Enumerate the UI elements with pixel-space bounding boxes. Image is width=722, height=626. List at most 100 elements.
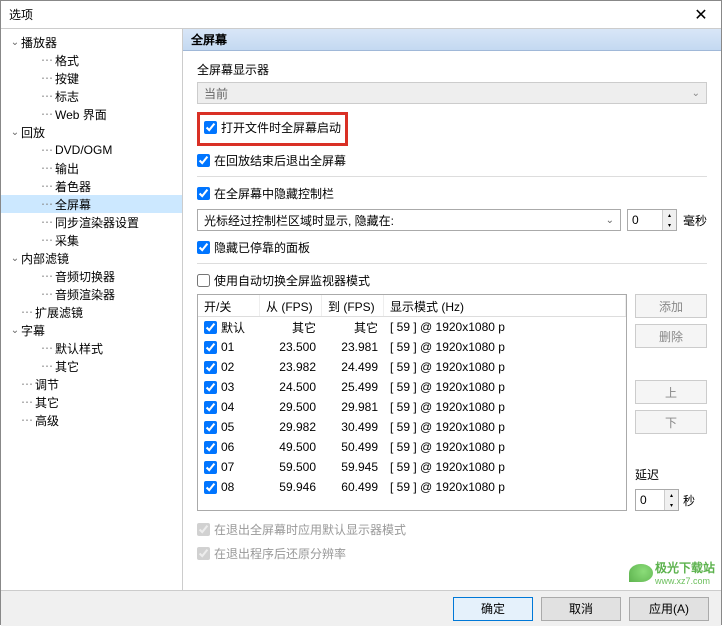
tree-item[interactable]: ⋯ 标志 bbox=[1, 87, 182, 105]
row-from: 59.946 bbox=[260, 480, 322, 494]
tree-branch-icon: ⋯ bbox=[41, 269, 53, 283]
table-row[interactable]: 默认其它其它[ 59 ] @ 1920x1080 p bbox=[198, 317, 626, 337]
tree-item[interactable]: ⋯ DVD/OGM bbox=[1, 141, 182, 159]
delay-input[interactable]: 0 ▴▾ bbox=[635, 489, 679, 511]
cb-auto-switch-input[interactable] bbox=[197, 274, 210, 287]
row-checkbox[interactable] bbox=[204, 421, 217, 434]
hide-delay-input[interactable]: 0 ▴▾ bbox=[627, 209, 677, 231]
hide-mode-dropdown[interactable]: 光标经过控制栏区域时显示, 隐藏在: ⌄ bbox=[197, 209, 621, 231]
tree-item[interactable]: ⋯ 音频渲染器 bbox=[1, 285, 182, 303]
table-row[interactable]: 0123.50023.981[ 59 ] @ 1920x1080 p bbox=[198, 337, 626, 357]
tree-item[interactable]: ⋯ 扩展滤镜 bbox=[1, 303, 182, 321]
cb-exit-on-end-input[interactable] bbox=[197, 154, 210, 167]
tree-item[interactable]: ⌄回放 bbox=[1, 123, 182, 141]
section-title: 全屏幕 bbox=[183, 29, 721, 51]
tree-item[interactable]: ⋯ 默认样式 bbox=[1, 339, 182, 357]
tree-item[interactable]: ⌄内部滤镜 bbox=[1, 249, 182, 267]
tree-branch-icon: ⋯ bbox=[41, 197, 53, 211]
tree-item-label: 格式 bbox=[55, 52, 79, 69]
close-button[interactable]: ✕ bbox=[681, 1, 721, 29]
row-checkbox[interactable] bbox=[204, 481, 217, 494]
tree-item-label: 其它 bbox=[55, 358, 79, 375]
cb-hide-controls[interactable]: 在全屏幕中隐藏控制栏 bbox=[197, 183, 707, 203]
table-row[interactable]: 0649.50050.499[ 59 ] @ 1920x1080 p bbox=[198, 437, 626, 457]
tree-item[interactable]: ⋯ Web 界面 bbox=[1, 105, 182, 123]
tree-item[interactable]: ⋯ 全屏幕 bbox=[1, 195, 182, 213]
table-row[interactable]: 0759.50059.945[ 59 ] @ 1920x1080 p bbox=[198, 457, 626, 477]
delete-button[interactable]: 删除 bbox=[635, 324, 707, 348]
options-tree[interactable]: ⌄播放器⋯ 格式⋯ 按键⋯ 标志⋯ Web 界面⌄回放⋯ DVD/OGM⋯ 输出… bbox=[1, 29, 183, 590]
tree-item[interactable]: ⌄字幕 bbox=[1, 321, 182, 339]
spinner-up-icon[interactable]: ▴ bbox=[665, 490, 678, 500]
collapse-icon[interactable]: ⌄ bbox=[9, 253, 21, 264]
move-down-button[interactable]: 下 bbox=[635, 410, 707, 434]
row-checkbox[interactable] bbox=[204, 441, 217, 454]
modes-table[interactable]: 开/关 从 (FPS) 到 (FPS) 显示模式 (Hz) 默认其它其它[ 59… bbox=[197, 294, 627, 511]
row-name: 07 bbox=[221, 460, 234, 474]
row-mode: [ 59 ] @ 1920x1080 p bbox=[384, 460, 626, 474]
apply-button[interactable]: 应用(A) bbox=[629, 597, 709, 621]
tree-item-label: 播放器 bbox=[21, 34, 57, 51]
cb-open-fullscreen-input[interactable] bbox=[204, 121, 217, 134]
tree-item[interactable]: ⋯ 格式 bbox=[1, 51, 182, 69]
tree-item[interactable]: ⋯ 输出 bbox=[1, 159, 182, 177]
tree-item[interactable]: ⋯ 按键 bbox=[1, 69, 182, 87]
monitor-dropdown[interactable]: 当前 ⌄ bbox=[197, 82, 707, 104]
row-checkbox[interactable] bbox=[204, 321, 217, 334]
tree-item-label: 全屏幕 bbox=[55, 196, 91, 213]
tree-item[interactable]: ⋯ 其它 bbox=[1, 357, 182, 375]
tree-item-label: DVD/OGM bbox=[55, 143, 112, 157]
table-row[interactable]: 0324.50025.499[ 59 ] @ 1920x1080 p bbox=[198, 377, 626, 397]
tree-item-label: 音频切换器 bbox=[55, 268, 115, 285]
row-to: 30.499 bbox=[322, 420, 384, 434]
spinner-up-icon[interactable]: ▴ bbox=[663, 210, 676, 220]
collapse-icon[interactable]: ⌄ bbox=[9, 325, 21, 336]
tree-branch-icon: ⋯ bbox=[41, 71, 53, 85]
move-up-button[interactable]: 上 bbox=[635, 380, 707, 404]
row-checkbox[interactable] bbox=[204, 461, 217, 474]
row-checkbox[interactable] bbox=[204, 341, 217, 354]
divider bbox=[197, 176, 707, 177]
tree-item[interactable]: ⋯ 其它 bbox=[1, 393, 182, 411]
spinner-down-icon[interactable]: ▾ bbox=[665, 500, 678, 510]
add-button[interactable]: 添加 bbox=[635, 294, 707, 318]
tree-item[interactable]: ⋯ 音频切换器 bbox=[1, 267, 182, 285]
spinner-down-icon[interactable]: ▾ bbox=[663, 220, 676, 230]
cb-hide-docked-input[interactable] bbox=[197, 241, 210, 254]
row-from: 23.500 bbox=[260, 340, 322, 354]
tree-branch-icon: ⋯ bbox=[41, 161, 53, 175]
cb-hide-docked[interactable]: 隐藏已停靠的面板 bbox=[197, 237, 707, 257]
cb-hide-controls-input[interactable] bbox=[197, 187, 210, 200]
cb-exit-on-end[interactable]: 在回放结束后退出全屏幕 bbox=[197, 150, 707, 170]
ok-button[interactable]: 确定 bbox=[453, 597, 533, 621]
table-row[interactable]: 0429.50029.981[ 59 ] @ 1920x1080 p bbox=[198, 397, 626, 417]
row-name: 01 bbox=[221, 340, 234, 354]
table-row[interactable]: 0223.98224.499[ 59 ] @ 1920x1080 p bbox=[198, 357, 626, 377]
row-checkbox[interactable] bbox=[204, 381, 217, 394]
tree-branch-icon: ⋯ bbox=[41, 143, 53, 157]
tree-item[interactable]: ⋯ 同步渲染器设置 bbox=[1, 213, 182, 231]
cb-auto-switch[interactable]: 使用自动切换全屏监视器模式 bbox=[197, 270, 707, 290]
tree-item[interactable]: ⋯ 调节 bbox=[1, 375, 182, 393]
tree-item[interactable]: ⋯ 采集 bbox=[1, 231, 182, 249]
tree-branch-icon: ⋯ bbox=[41, 359, 53, 373]
row-to: 50.499 bbox=[322, 440, 384, 454]
row-checkbox[interactable] bbox=[204, 401, 217, 414]
collapse-icon[interactable]: ⌄ bbox=[9, 127, 21, 138]
tree-item[interactable]: ⌄播放器 bbox=[1, 33, 182, 51]
tree-item[interactable]: ⋯ 高级 bbox=[1, 411, 182, 429]
cb-open-fullscreen[interactable]: 打开文件时全屏幕启动 bbox=[204, 117, 341, 137]
collapse-icon[interactable]: ⌄ bbox=[9, 37, 21, 48]
cancel-button[interactable]: 取消 bbox=[541, 597, 621, 621]
row-checkbox[interactable] bbox=[204, 361, 217, 374]
tree-item-label: 音频渲染器 bbox=[55, 286, 115, 303]
row-mode: [ 59 ] @ 1920x1080 p bbox=[384, 400, 626, 414]
tree-item[interactable]: ⋯ 着色器 bbox=[1, 177, 182, 195]
tree-item-label: 扩展滤镜 bbox=[35, 304, 83, 321]
tree-item-label: 输出 bbox=[55, 160, 79, 177]
row-to: 23.981 bbox=[322, 340, 384, 354]
tree-branch-icon: ⋯ bbox=[21, 413, 33, 427]
table-row[interactable]: 0859.94660.499[ 59 ] @ 1920x1080 p bbox=[198, 477, 626, 497]
table-row[interactable]: 0529.98230.499[ 59 ] @ 1920x1080 p bbox=[198, 417, 626, 437]
cb-restore-res-input bbox=[197, 547, 210, 560]
